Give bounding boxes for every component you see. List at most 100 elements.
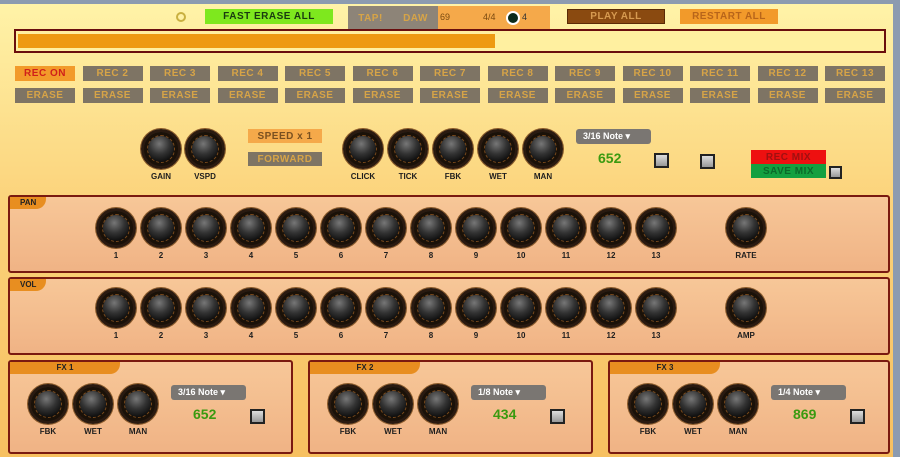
fx2-note-dropdown[interactable]: 1/8 Note ▾ xyxy=(471,385,546,400)
erase-button-4[interactable]: ERASE xyxy=(217,88,278,103)
pan-7-label: 7 xyxy=(383,251,389,260)
vspd-knob[interactable] xyxy=(185,129,225,169)
fx1-fbk-knob[interactable] xyxy=(28,384,68,424)
vol-5-knob[interactable] xyxy=(276,288,316,328)
rec-button-2[interactable]: REC 2 xyxy=(82,66,143,81)
tap-button[interactable]: TAP! xyxy=(348,6,393,30)
pan-7-knob[interactable] xyxy=(366,208,406,248)
pan-9-knob[interactable] xyxy=(456,208,496,248)
fx3-fbk-knob[interactable] xyxy=(628,384,668,424)
play-all-button[interactable]: PLAY ALL xyxy=(567,9,665,24)
fx1-fbk-label: FBK xyxy=(39,427,57,436)
pan-4-knob[interactable] xyxy=(231,208,271,248)
save-mix-button[interactable]: SAVE MIX xyxy=(751,164,826,178)
rec-button-8[interactable]: REC 8 xyxy=(487,66,548,81)
pan-5-knob[interactable] xyxy=(276,208,316,248)
erase-button-7[interactable]: ERASE xyxy=(420,88,480,103)
pan-8-knob[interactable] xyxy=(411,208,451,248)
rec-button-6[interactable]: REC 6 xyxy=(352,66,413,81)
vol-7-knob[interactable] xyxy=(366,288,406,328)
vol-6-knob[interactable] xyxy=(321,288,361,328)
erase-button-12[interactable]: ERASE xyxy=(757,88,818,103)
daw-button[interactable]: DAW xyxy=(393,6,438,30)
bpm-value: 69 xyxy=(440,12,451,22)
fx1-toggle[interactable] xyxy=(250,409,265,424)
pan-13-knob[interactable] xyxy=(636,208,676,248)
fast-erase-all-button[interactable]: FAST ERASE ALL xyxy=(205,9,333,24)
fx2-toggle[interactable] xyxy=(550,409,565,424)
click-knob[interactable] xyxy=(343,129,383,169)
loop-progress-bar[interactable] xyxy=(14,29,886,53)
pan-10-knob[interactable] xyxy=(501,208,541,248)
fbk-knob[interactable] xyxy=(433,129,473,169)
note-dropdown[interactable]: 3/16 Note ▾ xyxy=(576,129,651,144)
vol-8-knob[interactable] xyxy=(411,288,451,328)
erase-button-1[interactable]: ERASE xyxy=(15,88,75,103)
wet-knob[interactable] xyxy=(478,129,518,169)
erase-button-13[interactable]: ERASE xyxy=(825,88,885,103)
rec-button-12[interactable]: REC 12 xyxy=(757,66,818,81)
pan-3-knob[interactable] xyxy=(186,208,226,248)
pan-rate-knob[interactable] xyxy=(726,208,766,248)
restart-all-button[interactable]: RESTART ALL xyxy=(680,9,778,24)
pan-11-knob[interactable] xyxy=(546,208,586,248)
main-toggle-2[interactable] xyxy=(700,154,715,169)
fx-note-value: 1/4 Note xyxy=(778,387,814,397)
pan-1-knob[interactable] xyxy=(96,208,136,248)
fx1-wet-knob[interactable] xyxy=(73,384,113,424)
man-knob[interactable] xyxy=(523,129,563,169)
fx2-man-knob[interactable] xyxy=(418,384,458,424)
pan-12-knob[interactable] xyxy=(591,208,631,248)
save-mix-toggle[interactable] xyxy=(829,166,842,179)
rec-button-5[interactable]: REC 5 xyxy=(285,66,345,81)
erase-button-9[interactable]: ERASE xyxy=(555,88,615,103)
erase-button-11[interactable]: ERASE xyxy=(690,88,750,103)
vol-13-knob[interactable] xyxy=(636,288,676,328)
pan-4-label: 4 xyxy=(248,251,254,260)
rec-button-4[interactable]: REC 4 xyxy=(217,66,278,81)
vol-amp-knob[interactable] xyxy=(726,288,766,328)
rec-button-13[interactable]: REC 13 xyxy=(825,66,885,81)
fx2-fbk-label: FBK xyxy=(339,427,357,436)
erase-button-3[interactable]: ERASE xyxy=(150,88,210,103)
rec-button-11[interactable]: REC 11 xyxy=(690,66,750,81)
fx3-man-knob[interactable] xyxy=(718,384,758,424)
erase-button-10[interactable]: ERASE xyxy=(622,88,683,103)
fx2-wet-knob[interactable] xyxy=(373,384,413,424)
vol-2-label: 2 xyxy=(158,331,164,340)
erase-button-5[interactable]: ERASE xyxy=(285,88,345,103)
erase-button-6[interactable]: ERASE xyxy=(352,88,413,103)
fx3-note-dropdown[interactable]: 1/4 Note ▾ xyxy=(771,385,846,400)
speed-button[interactable]: SPEED x 1 xyxy=(248,129,322,143)
vol-4-knob[interactable] xyxy=(231,288,271,328)
vol-11-knob[interactable] xyxy=(546,288,586,328)
erase-button-2[interactable]: ERASE xyxy=(82,88,143,103)
vol-2-knob[interactable] xyxy=(141,288,181,328)
vol-amp-label: AMP xyxy=(737,331,755,340)
rec-mix-button[interactable]: REC MIX xyxy=(751,150,826,164)
gain-knob[interactable] xyxy=(141,129,181,169)
tick-label: TICK xyxy=(398,172,418,181)
fx2-fbk-knob[interactable] xyxy=(328,384,368,424)
main-toggle-1[interactable] xyxy=(654,153,669,168)
rec-button-1[interactable]: REC ON xyxy=(15,66,75,81)
tick-knob[interactable] xyxy=(388,129,428,169)
direction-button[interactable]: FORWARD xyxy=(248,152,322,166)
rec-button-7[interactable]: REC 7 xyxy=(420,66,480,81)
vol-10-knob[interactable] xyxy=(501,288,541,328)
fx1-man-knob[interactable] xyxy=(118,384,158,424)
vol-12-knob[interactable] xyxy=(591,288,631,328)
erase-button-8[interactable]: ERASE xyxy=(487,88,548,103)
rec-button-10[interactable]: REC 10 xyxy=(622,66,683,81)
looper-app: FAST ERASE ALL TAP! DAW 69 4/4 4 PLAY AL… xyxy=(0,4,893,457)
vol-9-knob[interactable] xyxy=(456,288,496,328)
pan-6-knob[interactable] xyxy=(321,208,361,248)
fx3-toggle[interactable] xyxy=(850,409,865,424)
fx1-note-dropdown[interactable]: 3/16 Note ▾ xyxy=(171,385,246,400)
vol-3-knob[interactable] xyxy=(186,288,226,328)
rec-button-9[interactable]: REC 9 xyxy=(555,66,615,81)
rec-button-3[interactable]: REC 3 xyxy=(150,66,210,81)
vol-1-knob[interactable] xyxy=(96,288,136,328)
pan-2-knob[interactable] xyxy=(141,208,181,248)
fx3-wet-knob[interactable] xyxy=(673,384,713,424)
